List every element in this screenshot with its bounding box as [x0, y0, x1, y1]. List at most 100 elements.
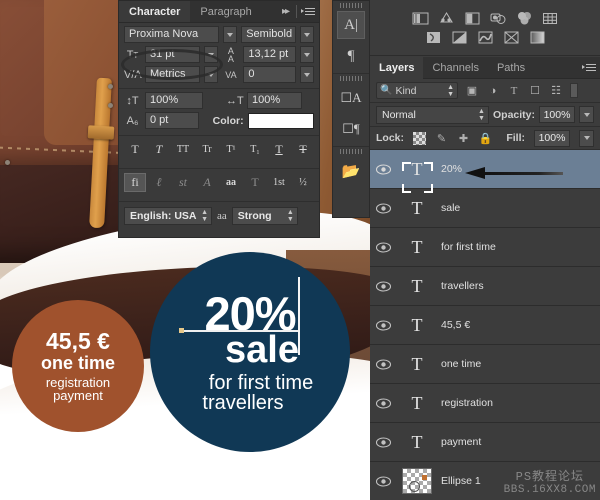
faux-bold-button[interactable]: T	[124, 140, 146, 159]
panel-dock[interactable]: A | ¶ ☐A ☐¶ 📂	[332, 0, 370, 218]
character-styles-icon[interactable]: ☐A	[337, 84, 365, 112]
swash-button[interactable]: A	[196, 173, 218, 192]
character-panel-icon[interactable]: A |	[337, 11, 365, 39]
font-family-dropdown-icon[interactable]	[223, 26, 238, 43]
table-row[interactable]: T one time	[370, 345, 600, 384]
shape-layer-filter-icon[interactable]: ☐	[528, 84, 542, 98]
tab-paths[interactable]: Paths	[488, 57, 534, 79]
table-row[interactable]: T for first time	[370, 228, 600, 267]
layer-name[interactable]: Ellipse 1	[437, 475, 481, 487]
subscript-button[interactable]: T₁	[244, 140, 266, 159]
levels-icon[interactable]	[438, 11, 455, 26]
tab-layers[interactable]: Layers	[370, 56, 424, 79]
contextual-alternates-button[interactable]: ℓ	[148, 173, 170, 192]
text-color-swatch[interactable]	[247, 112, 314, 129]
filter-kind-stepper-icon[interactable]: ▲ ▼	[447, 84, 454, 98]
superscript-button[interactable]: T¹	[220, 140, 242, 159]
photo-filter-icon[interactable]	[477, 30, 494, 45]
discretionary-ligatures-button[interactable]: st	[172, 173, 194, 192]
standard-ligatures-button[interactable]: fi	[124, 173, 146, 192]
brightness-contrast-icon[interactable]	[412, 11, 429, 26]
layer-thumbnail[interactable]: T	[397, 354, 437, 375]
collapse-chevrons-icon[interactable]: ▸▸	[282, 6, 292, 17]
smart-object-filter-icon[interactable]: ☷	[549, 84, 563, 98]
layer-visibility-icon[interactable]	[370, 475, 397, 487]
layer-thumbnail[interactable]: T	[397, 237, 437, 258]
kerning-field[interactable]: Metrics	[145, 66, 201, 83]
layer-name[interactable]: payment	[437, 436, 481, 448]
layer-name[interactable]: 45,5 €	[437, 319, 470, 331]
underline-button[interactable]: T	[268, 140, 290, 159]
layer-thumbnail[interactable]: T	[397, 315, 437, 336]
titling-alternates-button[interactable]: T	[244, 173, 266, 192]
type-layer-filter-icon[interactable]: T	[507, 84, 521, 98]
curves-icon[interactable]	[464, 11, 481, 26]
paragraph-panel-icon[interactable]: ¶	[337, 42, 365, 70]
anti-alias-stepper-icon[interactable]: ▲ ▼	[287, 209, 294, 223]
fill-dropdown-icon[interactable]	[579, 129, 594, 147]
dock-grip[interactable]	[340, 3, 362, 8]
lock-image-icon[interactable]: ✎	[435, 132, 448, 145]
blend-mode-stepper-icon[interactable]: ▲ ▼	[478, 108, 485, 122]
layer-thumbnail[interactable]: T	[397, 198, 437, 219]
gradient-map-icon[interactable]	[529, 30, 546, 45]
filter-toggle-switch-icon[interactable]	[570, 83, 578, 98]
faux-italic-button[interactable]: T	[148, 140, 170, 159]
layer-thumbnail[interactable]	[397, 468, 437, 494]
leading-dropdown-icon[interactable]	[299, 46, 314, 63]
kerning-dropdown-icon[interactable]	[204, 66, 219, 83]
font-size-dropdown-icon[interactable]	[204, 46, 219, 63]
adjustments-panel[interactable]	[370, 0, 600, 56]
font-style-dropdown-icon[interactable]	[300, 26, 315, 43]
table-row[interactable]: T payment	[370, 423, 600, 462]
font-size-field[interactable]: 31 pt	[145, 46, 201, 63]
layer-thumbnail[interactable]: T	[397, 393, 437, 414]
layer-name[interactable]: for first time	[437, 241, 496, 253]
lock-all-icon[interactable]: 🔒	[479, 132, 493, 145]
layer-visibility-icon[interactable]	[370, 202, 397, 214]
table-row[interactable]: T travellers	[370, 267, 600, 306]
layer-name[interactable]: registration	[437, 397, 493, 409]
blend-mode-select[interactable]: Normal ▲ ▼	[376, 105, 489, 124]
dock-grip[interactable]	[340, 149, 362, 154]
vibrance-icon[interactable]	[516, 11, 533, 26]
lock-position-icon[interactable]: ✚	[457, 132, 470, 145]
ordinals-button[interactable]: 1st	[268, 173, 290, 192]
tracking-field[interactable]: 0	[243, 66, 296, 83]
layer-thumbnail[interactable]: T	[397, 432, 437, 453]
badge-discount-circle[interactable]: 20% sale for first time travellers	[150, 252, 350, 452]
table-row[interactable]: T sale	[370, 189, 600, 228]
hue-saturation-icon[interactable]	[542, 11, 559, 26]
tab-paragraph[interactable]: Paragraph	[190, 1, 261, 22]
layer-name[interactable]: 20%	[437, 163, 462, 175]
panel-menu-icon[interactable]	[301, 6, 315, 18]
layer-visibility-icon[interactable]	[370, 163, 397, 175]
color-balance-icon[interactable]	[425, 30, 442, 45]
pixel-layer-filter-icon[interactable]: ▣	[465, 84, 479, 98]
channel-mixer-icon[interactable]	[503, 30, 520, 45]
horizontal-scale-field[interactable]: 100%	[247, 92, 302, 109]
table-row[interactable]: T registration	[370, 384, 600, 423]
badge-price-circle[interactable]: 45,5 € one time registration payment	[12, 300, 144, 432]
fractions-button[interactable]: ½	[292, 173, 314, 192]
font-style-field[interactable]: Semibold	[241, 26, 297, 43]
character-panel[interactable]: Character Paragraph ▸▸ Proxima Nova Semi…	[118, 0, 320, 238]
all-caps-button[interactable]: TT	[172, 140, 194, 159]
vertical-scale-field[interactable]: 100%	[145, 92, 203, 109]
language-select[interactable]: English: USA ▲ ▼	[124, 207, 212, 225]
panel-menu-icon[interactable]	[582, 62, 596, 74]
tab-character[interactable]: Character	[119, 1, 191, 22]
fill-field[interactable]: 100%	[534, 129, 570, 147]
layer-visibility-icon[interactable]	[370, 280, 397, 292]
layer-name[interactable]: sale	[437, 202, 460, 214]
language-stepper-icon[interactable]: ▲ ▼	[201, 209, 208, 223]
paragraph-styles-icon[interactable]: ☐¶	[337, 115, 365, 143]
exposure-icon[interactable]	[490, 11, 507, 26]
layer-visibility-icon[interactable]	[370, 397, 397, 409]
layers-panel[interactable]: Layers Channels Paths 🔍 Kind ▲ ▼ ▣ ◑ T ☐ …	[370, 56, 600, 500]
adjustment-layer-filter-icon[interactable]: ◑	[486, 84, 500, 98]
opacity-dropdown-icon[interactable]	[579, 106, 594, 123]
text-origin-handle[interactable]	[179, 328, 184, 333]
dock-grip[interactable]	[340, 76, 362, 81]
layer-name[interactable]: travellers	[437, 280, 484, 292]
